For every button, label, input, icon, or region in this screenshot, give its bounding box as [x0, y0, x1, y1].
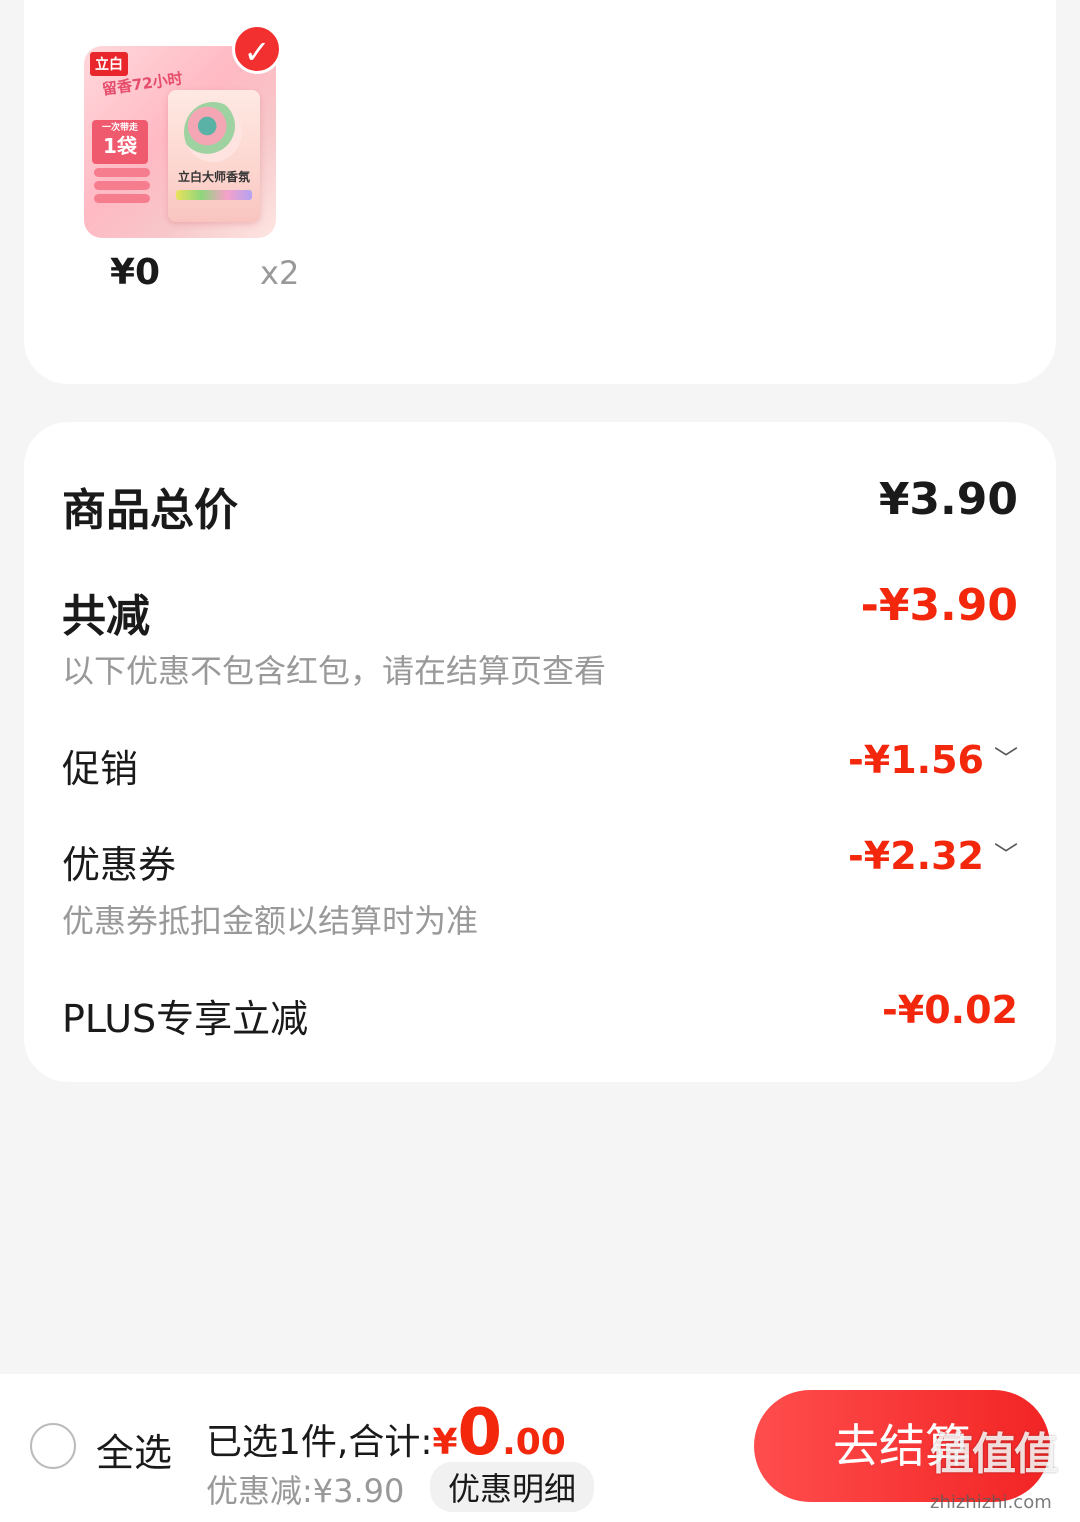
total-integer: 0 — [457, 1396, 503, 1470]
coupon-value: -¥2.32 — [848, 834, 984, 878]
total-reduce-value: -¥3.90 — [860, 580, 1018, 631]
plus-label: PLUS专享立减 — [62, 997, 309, 1041]
select-all-label[interactable]: 全选 — [96, 1422, 172, 1477]
plus-value: -¥0.02 — [882, 988, 1018, 1032]
total-reduce-label: 共减 — [62, 591, 150, 642]
watermark-url: zhizhizhi.com — [930, 1492, 1052, 1513]
product-package: 立白大师香氛 — [168, 90, 260, 222]
product-feature-pills — [94, 168, 150, 207]
total-decimal: .00 — [502, 1422, 566, 1463]
watermark-logo: 值值值 — [930, 1429, 1058, 1480]
discount-detail-button[interactable]: 优惠明细 — [430, 1462, 595, 1512]
coupon-note: 优惠券抵扣金额以结算时为准 — [62, 902, 479, 940]
product-selected-check-icon[interactable]: ✓ — [232, 24, 282, 74]
promo-label: 促销 — [62, 747, 139, 791]
product-card: 立白 留香72小时 一次带走 1袋 立白大师香氛 ✓ ¥0 x2 — [24, 0, 1056, 384]
select-all-radio[interactable] — [30, 1423, 76, 1469]
total-price-label: 商品总价 — [62, 485, 238, 536]
product-count-tag: 一次带走 1袋 — [92, 120, 148, 164]
product-package-label: 立白大师香氛 — [177, 170, 250, 184]
promo-row[interactable]: -¥1.56 ﹀ — [848, 738, 1018, 782]
selected-count-text: 已选1件,合计: — [206, 1422, 433, 1463]
product-count-tag-small: 一次带走 — [101, 123, 138, 133]
coupon-row[interactable]: -¥2.32 ﹀ — [848, 834, 1018, 878]
chevron-down-icon[interactable]: ﹀ — [994, 835, 1018, 870]
checkout-bar: 全选 已选1件,合计:¥0.00 优惠减:¥3.90 优惠明细 去结算 值值值 … — [0, 1374, 1080, 1522]
flower-illustration — [184, 102, 242, 162]
total-currency: ¥ — [432, 1422, 458, 1463]
product-package-strip — [176, 190, 252, 200]
product-image[interactable]: 立白 留香72小时 一次带走 1袋 立白大师香氛 — [84, 46, 276, 238]
price-summary-card: 商品总价 ¥3.90 共减 -¥3.90 以下优惠不包含红包，请在结算页查看 促… — [24, 422, 1056, 1082]
product-brand-badge: 立白 — [90, 52, 128, 76]
product-price: ¥0 — [110, 252, 161, 293]
product-quantity: x2 — [260, 254, 300, 292]
selected-total: 已选1件,合计:¥0.00 — [206, 1396, 566, 1470]
coupon-label: 优惠券 — [62, 843, 177, 887]
total-price-value: ¥3.90 — [878, 474, 1018, 525]
promo-value: -¥1.56 — [848, 738, 984, 782]
product-count-tag-main: 1袋 — [103, 134, 137, 158]
discount-text: 优惠减:¥3.90 — [206, 1472, 405, 1510]
chevron-down-icon[interactable]: ﹀ — [994, 739, 1018, 774]
total-reduce-note: 以下优惠不包含红包，请在结算页查看 — [62, 652, 607, 690]
